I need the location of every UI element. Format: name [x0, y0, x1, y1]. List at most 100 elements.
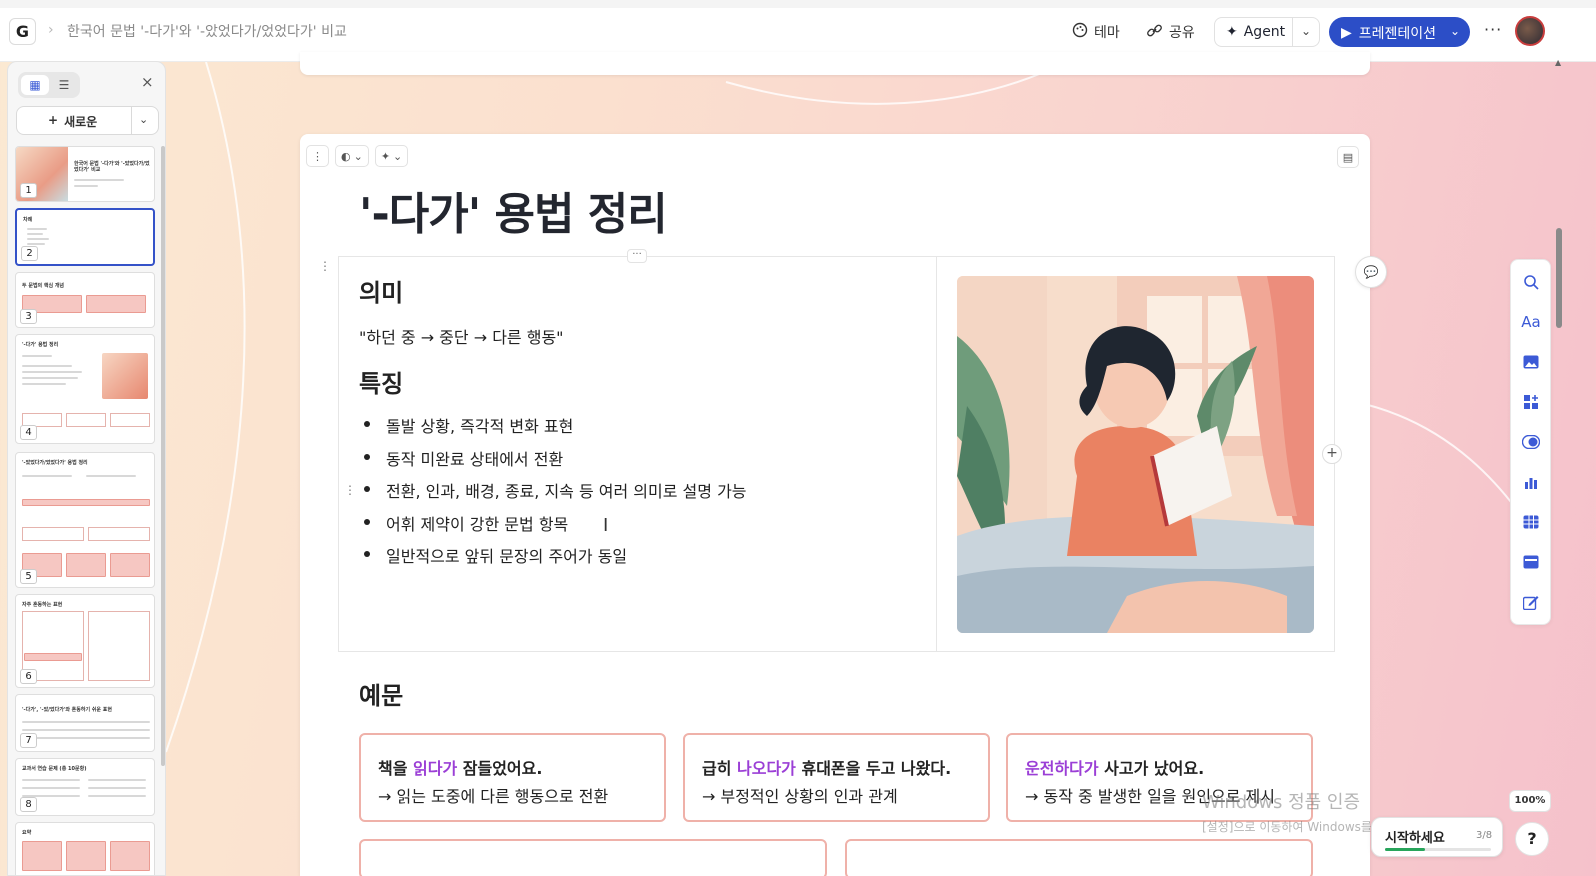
block-drag-icon[interactable]: ⋮: [319, 259, 331, 273]
chart-icon[interactable]: [1520, 471, 1542, 493]
table-icon[interactable]: [1520, 511, 1542, 533]
thumb-title: 자주 혼동하는 표현: [22, 602, 63, 608]
drag-handle-icon[interactable]: ⋮: [306, 145, 329, 167]
logo-letter: G: [15, 22, 30, 41]
block-handle-icon[interactable]: ···: [627, 249, 647, 263]
example-card-4[interactable]: [359, 839, 827, 876]
theme-button[interactable]: 테마: [1072, 19, 1120, 45]
chevron-right-icon: ›: [48, 22, 54, 38]
list-item[interactable]: 어휘 제약이 강한 문법 항목: [360, 511, 747, 544]
scroll-up-icon[interactable]: ▲: [1555, 58, 1561, 67]
present-label: 프레젠테이션: [1358, 26, 1437, 42]
add-block-icon[interactable]: +: [1322, 444, 1342, 464]
chevron-down-icon[interactable]: ⌄: [1301, 24, 1311, 38]
palette-icon: [1072, 22, 1088, 42]
thumb-title: '-다가', '-았/었다가'와 혼동하기 쉬운 표현: [22, 707, 112, 713]
progress-fill: [1385, 848, 1425, 851]
new-label: 새로운: [64, 115, 98, 129]
help-icon[interactable]: ?: [1515, 822, 1549, 856]
agent-label: Agent: [1243, 24, 1286, 40]
slide-thumb-9[interactable]: 요약: [15, 822, 155, 875]
list-view-icon[interactable]: ☰: [51, 75, 77, 95]
thumb-title: 요약: [22, 830, 32, 836]
examples-heading[interactable]: 예문: [359, 676, 403, 711]
more-menu-icon[interactable]: ···: [1484, 20, 1502, 39]
agent-button[interactable]: ✦ Agent ⌄: [1214, 17, 1320, 47]
list-item[interactable]: 일반적으로 앞뒤 문장의 주어가 동일: [360, 543, 747, 576]
line-drag-icon[interactable]: ⋮: [344, 483, 356, 497]
scroll-thumb[interactable]: [1556, 228, 1562, 328]
image-icon[interactable]: [1520, 351, 1542, 373]
sentence-pre: 급히: [702, 759, 738, 778]
ai-edit-button[interactable]: ✦ ⌄: [374, 145, 409, 167]
embed-icon[interactable]: [1520, 551, 1542, 573]
slide-thumb-5[interactable]: '-았었다가/었었다가' 용법 정리 5: [15, 452, 155, 588]
present-button[interactable]: ▶ 프레젠테이션 ⌄: [1329, 17, 1470, 47]
list-item[interactable]: 돌발 상황, 즉각적 변화 표현: [360, 413, 747, 446]
search-icon[interactable]: [1520, 271, 1542, 293]
example-sentence: 운전하다가 사고가 났어요.: [1025, 755, 1204, 779]
thumb-number: 5: [20, 569, 37, 584]
share-label: 공유: [1169, 25, 1195, 41]
chevron-down-icon[interactable]: ⌄: [139, 113, 148, 126]
toggle-icon[interactable]: [1520, 431, 1542, 453]
progress-track: [1385, 848, 1491, 851]
slide-thumb-4[interactable]: '-다가' 용법 정리 4: [15, 334, 155, 444]
illustration-image[interactable]: [957, 276, 1314, 633]
thumb-number: 3: [20, 309, 37, 324]
play-icon: ▶: [1341, 25, 1352, 41]
link-icon: [1146, 22, 1163, 43]
doc-title[interactable]: 한국어 문법 '-다가'와 '-았었다가/었었다가' 비교: [67, 21, 347, 41]
notes-icon[interactable]: ▤: [1337, 146, 1359, 168]
add-blocks-icon[interactable]: [1520, 391, 1542, 413]
thumb-title: 차례: [23, 217, 33, 223]
meaning-text[interactable]: "하던 중 → 중단 → 다른 행동": [359, 324, 564, 348]
chevron-down-icon[interactable]: ⌄: [1450, 24, 1460, 38]
zoom-level[interactable]: 100%: [1509, 790, 1551, 812]
sentence-highlight: 나오다가: [737, 759, 796, 778]
avatar[interactable]: [1515, 16, 1545, 46]
column-divider[interactable]: [936, 257, 937, 651]
thumb-number: 1: [20, 183, 37, 198]
thumb-number: 7: [20, 733, 37, 748]
list-item[interactable]: 전환, 인과, 배경, 종료, 지속 등 여러 의미로 설명 가능: [360, 478, 747, 511]
start-label: 시작하세요: [1385, 831, 1445, 846]
edit-icon[interactable]: [1520, 591, 1542, 613]
thumb-number: 2: [21, 246, 38, 261]
meaning-heading[interactable]: 의미: [359, 273, 403, 308]
slide-thumb-3[interactable]: 두 문법의 핵심 개념 3: [15, 272, 155, 328]
features-heading[interactable]: 특징: [359, 364, 403, 399]
slide-thumb-6[interactable]: 자주 혼동하는 표현 6: [15, 594, 155, 688]
thumb-title: '-다가' 용법 정리: [22, 342, 59, 348]
example-card-5[interactable]: [845, 839, 1313, 876]
sentence-post: 휴대폰을 두고 나왔다.: [795, 759, 952, 778]
slide-thumb-7[interactable]: '-다가', '-았/었다가'와 혼동하기 쉬운 표현 7: [15, 694, 155, 752]
comment-icon[interactable]: 💬: [1355, 256, 1387, 288]
getting-started-pill[interactable]: 시작하세요 3/8: [1371, 817, 1503, 857]
slide-thumb-8[interactable]: 교과서 연습 문제 (총 10문항) 8: [15, 758, 155, 816]
example-sentence: 책을 읽다가 잠들었어요.: [378, 755, 542, 779]
app-logo[interactable]: G: [9, 18, 36, 45]
thumb-title: '-았었다가/었었다가' 용법 정리: [22, 460, 88, 466]
sentence-highlight: 읽다가: [413, 759, 458, 778]
slide-title[interactable]: '-다가' 용법 정리: [359, 178, 668, 242]
card-style-button[interactable]: ◐ ⌄: [335, 145, 369, 167]
card-toolbar: ⋮ ◐ ⌄ ✦ ⌄: [306, 145, 409, 167]
share-button[interactable]: 공유: [1146, 19, 1195, 45]
view-toggle: ▦ ☰: [18, 72, 80, 98]
slide-thumb-1[interactable]: 한국어 문법 '-다가'와 '-았었다가/었었다가' 비교 1: [15, 146, 155, 202]
list-item[interactable]: 동작 미완료 상태에서 전환: [360, 446, 747, 479]
window-scrollbar[interactable]: ▲: [1555, 58, 1563, 876]
new-slide-button[interactable]: + 새로운 ⌄: [16, 106, 159, 135]
example-card-1[interactable]: 책을 읽다가 잠들었어요. → 읽는 도중에 다른 행동으로 전환: [359, 733, 666, 822]
theme-label: 테마: [1094, 25, 1120, 41]
thumb-number: 8: [20, 797, 37, 812]
example-card-2[interactable]: 급히 나오다가 휴대폰을 두고 나왔다. → 부정적인 상황의 인과 관계: [683, 733, 990, 822]
sentence-post: 잠들었어요.: [457, 759, 543, 778]
close-icon[interactable]: ×: [141, 73, 154, 91]
slide-thumb-2[interactable]: 차례 2: [15, 208, 155, 266]
panel-scrollbar[interactable]: [161, 146, 165, 766]
text-style-icon[interactable]: Aa: [1520, 311, 1542, 333]
grid-view-icon[interactable]: ▦: [21, 75, 49, 95]
previous-slide-card: [300, 52, 1370, 75]
